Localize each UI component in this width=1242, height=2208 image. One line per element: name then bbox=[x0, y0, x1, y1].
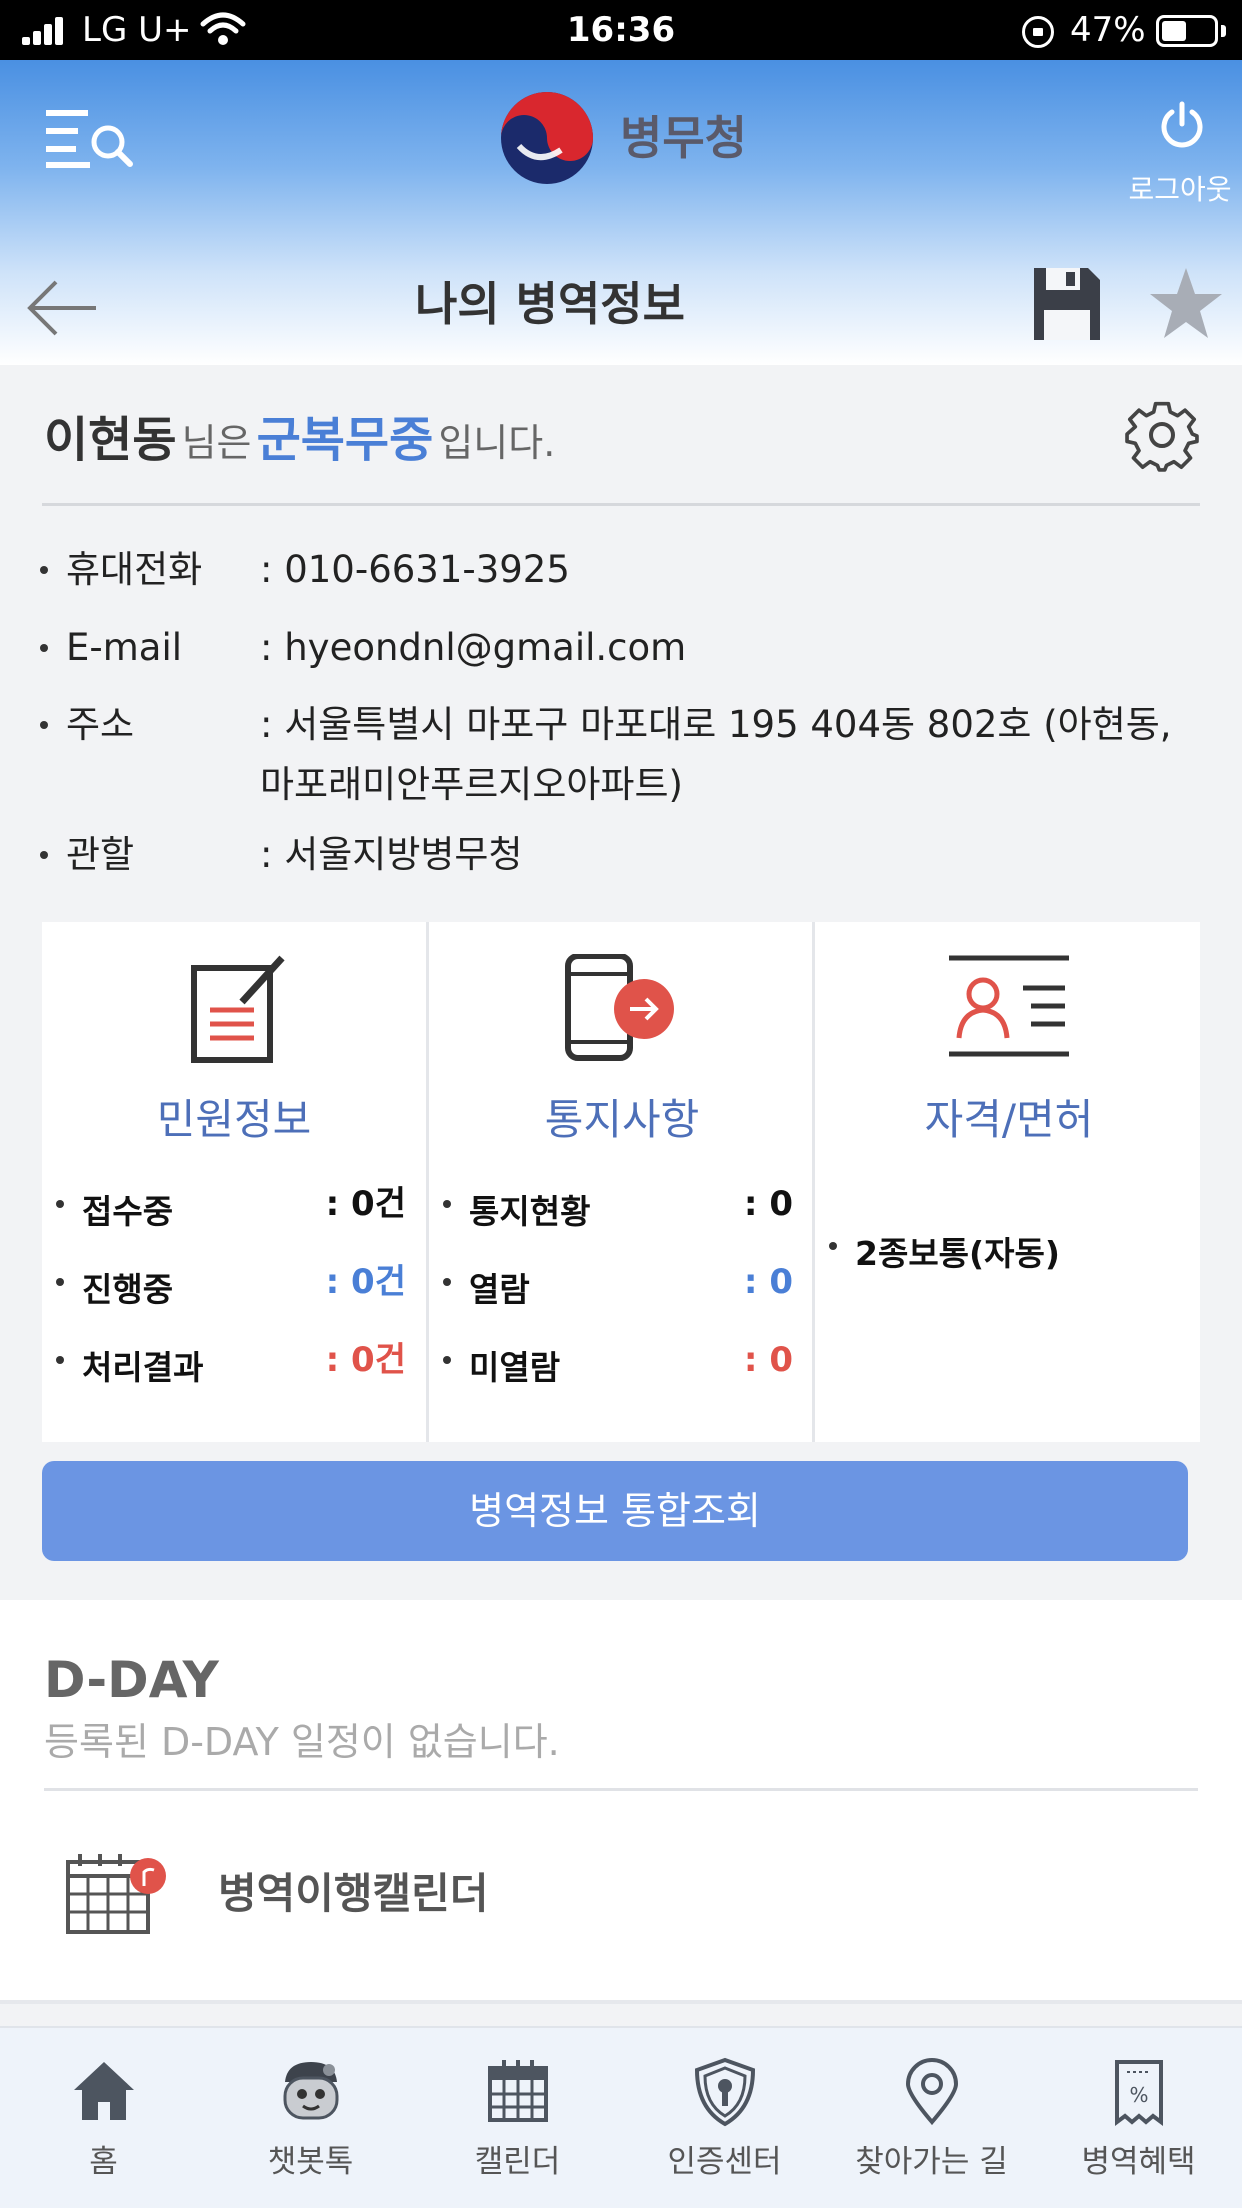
stat-label: 열람 bbox=[469, 1270, 530, 1309]
profile-section: 이현동 님은 군복무중 입니다. 휴대전화 : 010-6631-3925 E-… bbox=[0, 365, 1242, 1598]
status-bar: LG U+ 16:36 47% bbox=[0, 0, 1242, 60]
tab-label: 홈 bbox=[89, 2144, 118, 2180]
email-value: : hyeondnl@gmail.com bbox=[260, 626, 687, 669]
back-arrow-icon[interactable] bbox=[26, 268, 100, 348]
service-status: 군복무중 bbox=[256, 412, 434, 468]
rotation-lock-icon bbox=[1022, 16, 1054, 48]
stat-received: 접수중 : 0건 bbox=[56, 1184, 412, 1240]
save-icon[interactable] bbox=[1032, 266, 1102, 342]
info-label: 휴대전화 bbox=[66, 548, 203, 591]
menu-search-icon[interactable] bbox=[46, 104, 136, 174]
stat-label: 2종보통(자동) bbox=[855, 1234, 1060, 1273]
tab-calendar[interactable]: 캘린더 bbox=[414, 2028, 621, 2208]
military-calendar-link[interactable]: 병역이행캘린더 bbox=[60, 1840, 960, 1950]
stat-label: 진행중 bbox=[82, 1270, 174, 1309]
stat-read: 열람 : 0 bbox=[443, 1262, 799, 1318]
calendar-icon bbox=[488, 2060, 548, 2122]
address-value: : 서울특별시 마포구 마포대로 195 404동 802호 (아현동, 마포래… bbox=[260, 703, 1172, 806]
stat-label: 접수중 bbox=[82, 1192, 174, 1231]
coupon-icon: % bbox=[1115, 2060, 1163, 2126]
phone-value: : 010-6631-3925 bbox=[260, 548, 570, 591]
tab-label: 챗봇톡 bbox=[267, 2144, 354, 2180]
stat-label: 처리결과 bbox=[82, 1348, 204, 1387]
integrated-query-button[interactable]: 병역정보 통합조회 bbox=[42, 1461, 1188, 1561]
battery-tip bbox=[1221, 25, 1226, 37]
svg-text:%: % bbox=[1129, 2083, 1148, 2107]
tab-directions[interactable]: 찾아가는 길 bbox=[828, 2028, 1035, 2208]
card-title: 민원정보 bbox=[156, 1095, 312, 1144]
stat-value: : 0건 bbox=[325, 1340, 406, 1380]
dday-divider bbox=[44, 1788, 1198, 1791]
section-divider bbox=[42, 503, 1200, 506]
calendar-link-label: 병역이행캘린더 bbox=[218, 1869, 489, 1918]
tab-home[interactable]: 홈 bbox=[0, 2028, 207, 2208]
gear-icon[interactable] bbox=[1124, 397, 1200, 473]
logo-text: 병무청 bbox=[620, 111, 747, 165]
stat-value: : 0건 bbox=[325, 1184, 406, 1224]
card-title: 자격/면허 bbox=[924, 1095, 1094, 1144]
document-edit-icon bbox=[191, 955, 285, 1063]
stat-in-progress: 진행중 : 0건 bbox=[56, 1262, 412, 1318]
star-icon[interactable] bbox=[1148, 266, 1224, 342]
logo-emblem bbox=[501, 92, 593, 184]
card-notices[interactable]: 통지사항 통지현황 : 0 열람 : 0 미열람 : 0 bbox=[426, 922, 812, 1442]
shield-key-icon bbox=[694, 2057, 756, 2127]
power-icon bbox=[1161, 101, 1203, 148]
info-label: 주소 bbox=[66, 703, 135, 746]
tab-chatbot[interactable]: 챗봇톡 bbox=[207, 2028, 414, 2208]
battery-fill bbox=[1162, 21, 1186, 41]
battery-percent: 47% bbox=[1070, 10, 1146, 50]
page-title: 나의 병역정보 bbox=[415, 277, 685, 331]
user-name: 이현동 bbox=[44, 412, 177, 468]
battery-icon bbox=[1156, 15, 1218, 47]
home-icon bbox=[74, 2062, 134, 2120]
calendar-badge-icon bbox=[66, 1854, 166, 1934]
tab-benefits[interactable]: % 병역혜택 bbox=[1035, 2028, 1242, 2208]
stat-value: : 0 bbox=[743, 1340, 793, 1380]
card-title: 통지사항 bbox=[544, 1095, 700, 1144]
stat-value: : 0건 bbox=[325, 1262, 406, 1302]
license-card-icon bbox=[949, 955, 1069, 1057]
stat-value: : 0 bbox=[743, 1184, 793, 1224]
phone-notice-icon bbox=[565, 954, 674, 1061]
stat-license: 2종보통(자동) bbox=[829, 1226, 1185, 1282]
clock: 16:36 bbox=[566, 10, 676, 50]
greeting-suffix-2: 입니다. bbox=[438, 421, 556, 465]
stat-value: : 0 bbox=[743, 1262, 793, 1302]
stat-label: 미열람 bbox=[469, 1348, 561, 1387]
tab-auth-center[interactable]: 인증센터 bbox=[621, 2028, 828, 2208]
tab-label: 병역혜택 bbox=[1081, 2144, 1196, 2180]
stat-label: 통지현황 bbox=[469, 1192, 591, 1231]
jurisdiction-value: : 서울지방병무청 bbox=[260, 833, 523, 876]
stat-notice-status: 통지현황 : 0 bbox=[443, 1184, 799, 1240]
dday-section: D-DAY 등록된 D-DAY 일정이 없습니다. 병역이행캘린더 bbox=[0, 1600, 1242, 2004]
stat-unread: 미열람 : 0 bbox=[443, 1340, 799, 1396]
tab-label: 캘린더 bbox=[474, 2144, 561, 2180]
dday-title: D-DAY bbox=[44, 1651, 219, 1709]
chatbot-icon bbox=[283, 2062, 339, 2120]
dday-empty-message: 등록된 D-DAY 일정이 없습니다. bbox=[44, 1720, 560, 1764]
tab-label: 인증센터 bbox=[667, 2144, 782, 2180]
app-header: 병무청 로그아웃 나의 병역정보 bbox=[0, 60, 1242, 365]
card-licenses[interactable]: 자격/면허 2종보통(자동) bbox=[812, 922, 1200, 1442]
greeting: 이현동 님은 군복무중 입니다. bbox=[44, 410, 555, 481]
info-label: 관할 bbox=[66, 833, 135, 876]
mma-logo: 병무청 bbox=[497, 88, 757, 188]
summary-cards: 민원정보 접수중 : 0건 진행중 : 0건 처리결과 : 0건 통지사항 통지… bbox=[42, 922, 1200, 1442]
info-label: E-mail bbox=[66, 626, 183, 669]
location-pin-icon bbox=[905, 2058, 959, 2126]
greeting-suffix-1: 님은 bbox=[181, 421, 252, 465]
info-row-address: 주소 : 서울특별시 마포구 마포대로 195 404동 802호 (아현동, … bbox=[40, 695, 1200, 815]
bottom-tab-bar: 홈 챗봇톡 캘린더 인증센터 찾아가는 길 % 병역혜택 bbox=[0, 2026, 1242, 2208]
stat-result: 처리결과 : 0건 bbox=[56, 1340, 412, 1396]
tab-label: 찾아가는 길 bbox=[855, 2144, 1008, 2180]
logout-label: 로그아웃 bbox=[1128, 173, 1232, 206]
card-civil-petition[interactable]: 민원정보 접수중 : 0건 진행중 : 0건 처리결과 : 0건 bbox=[42, 922, 426, 1442]
section-bottom-border bbox=[0, 2000, 1242, 2004]
logout-button[interactable]: 로그아웃 bbox=[1118, 100, 1242, 210]
